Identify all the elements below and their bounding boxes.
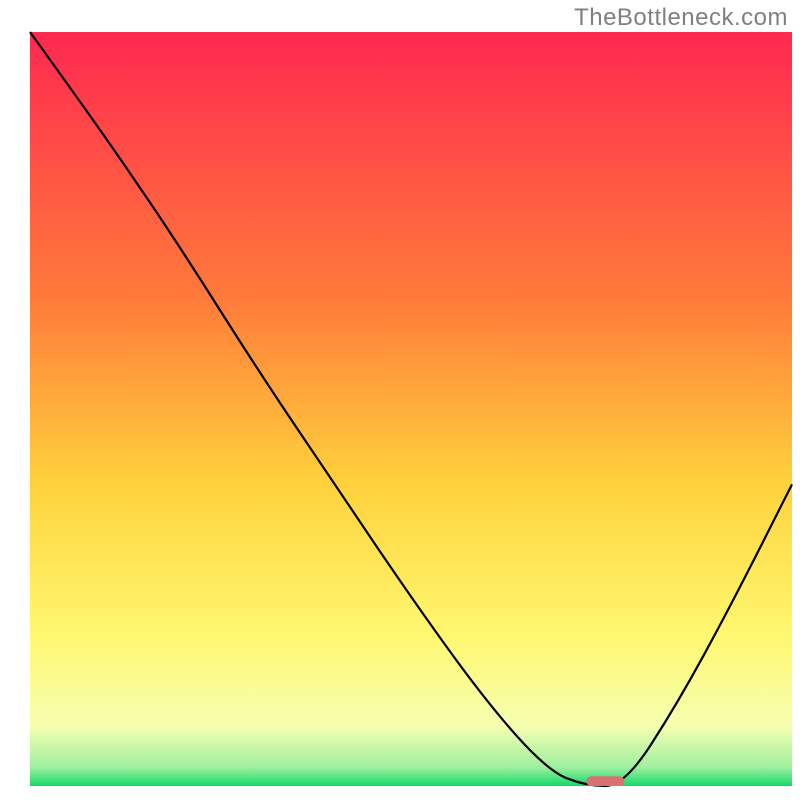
- watermark-text: TheBottleneck.com: [574, 4, 788, 32]
- chart-container: TheBottleneck.com: [0, 0, 800, 800]
- optimal-marker: [586, 776, 624, 786]
- plot-background: [30, 32, 792, 786]
- chart-svg: [0, 0, 800, 800]
